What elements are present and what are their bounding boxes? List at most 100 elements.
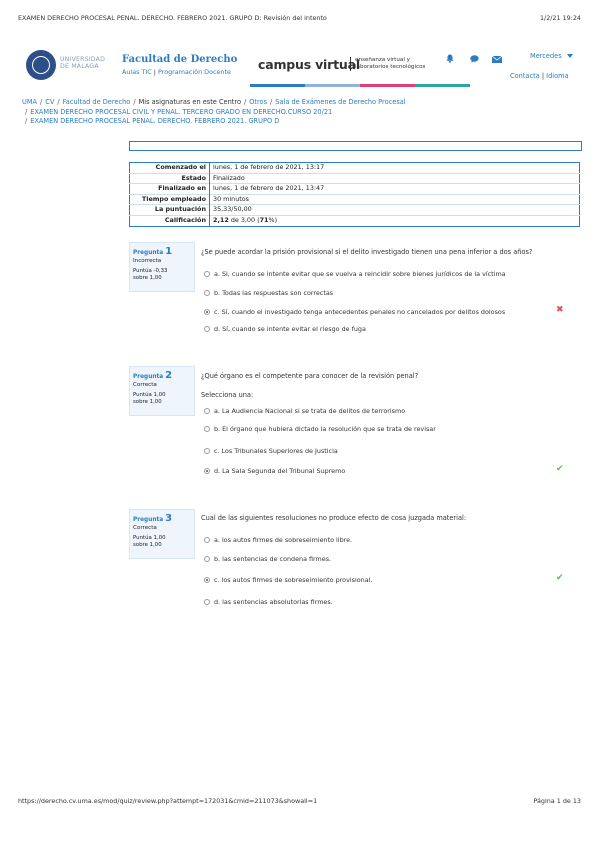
chat-icon[interactable] — [470, 55, 479, 63]
answer-option[interactable]: d. Sí, cuando se intente evitar el riesg… — [204, 325, 366, 333]
breadcrumb-separator: / — [270, 98, 273, 106]
answer-option[interactable]: d. La Sala Segunda del Tribunal Supremo — [204, 467, 345, 475]
answer-option[interactable]: a. La Audiencia Nacional si se trata de … — [204, 407, 405, 415]
grade-value: 2,12 — [213, 215, 229, 224]
answer-option[interactable]: b. las sentencias de condena firmes. — [204, 555, 331, 563]
print-footer-url: https://derecho.cv.uma.es/mod/quiz/revie… — [18, 797, 318, 805]
answer-option[interactable]: d. las sentencias absolutorias firmes. — [204, 598, 333, 606]
breadcrumb-separator: / — [243, 98, 247, 106]
breadcrumb: UMA / CV / Facultad de Derecho / Mis asignatur… — [22, 98, 582, 127]
answer-option-label: a. Si, cuando se intente evitar que se v… — [214, 270, 506, 278]
breadcrumb-separator: / — [25, 117, 28, 126]
question-number: Pregunta 2 — [133, 370, 173, 381]
chevron-down-icon[interactable] — [567, 54, 573, 58]
breadcrumb-line: / EXAMEN DERECHO PROCESAL PENAL. DERECHO.… — [22, 117, 582, 127]
summary-value: lunes, 1 de febrero de 2021, 13:47 — [213, 184, 325, 193]
answer-option[interactable]: c. Sí, cuando el investigado tenga antec… — [204, 308, 505, 316]
breadcrumb-item[interactable]: CV — [45, 98, 54, 106]
answer-option-label: d. las sentencias absolutorias firmes. — [214, 598, 333, 606]
radio-button[interactable] — [204, 537, 210, 543]
summary-row: Calificación 2,12 de 3,00 (71%) — [129, 215, 580, 227]
question-mark: Puntúa 1,00 sobre 1,00 — [133, 392, 166, 405]
answer-option-label: a. La Audiencia Nacional si se trata de … — [214, 407, 406, 415]
stripe-segment — [415, 84, 470, 87]
question-text: ¿Se puede acordar la prisión provisional… — [201, 248, 533, 256]
aulas-tic-link[interactable]: Aulas TIC — [122, 68, 152, 76]
print-header-date: 1/2/21 19:24 — [539, 14, 581, 22]
answer-option-label: a. los autos firmes de sobreseimiento li… — [214, 536, 353, 544]
question-number: Pregunta 1 — [133, 246, 173, 257]
correct-icon: ✔ — [556, 464, 564, 474]
question-number: Pregunta 3 — [133, 513, 173, 524]
radio-button[interactable] — [204, 326, 210, 332]
stripe-segment — [360, 84, 415, 87]
radio-button[interactable] — [204, 556, 210, 562]
radio-button[interactable] — [204, 426, 210, 432]
print-header-title: EXAMEN DERECHO PROCESAL PENAL. DERECHO. … — [18, 14, 327, 22]
radio-button[interactable] — [204, 271, 210, 277]
summary-value: 35,33/50,00 — [213, 205, 252, 214]
summary-key: La puntuación — [129, 204, 210, 216]
breadcrumb-item[interactable]: Otros — [249, 98, 267, 106]
breadcrumb-item[interactable]: Sala de Exámenes de Derecho Procesal — [275, 98, 405, 106]
summary-key: Calificación — [129, 215, 210, 227]
breadcrumb-separator: / — [40, 98, 43, 106]
question-text: Cual de las siguientes resoluciones no p… — [201, 514, 467, 522]
summary-row: Estado Finalizado — [129, 173, 580, 184]
user-links: Contacta | Idioma — [510, 72, 569, 80]
user-menu-name[interactable]: Mercedes — [530, 52, 562, 60]
radio-button[interactable] — [204, 577, 210, 583]
question-info: Pregunta 2 Correcta Puntúa 1,00 sobre 1,00 — [129, 366, 195, 416]
breadcrumb-item[interactable]: EXAMEN DERECHO PROCESAL PENAL. DERECHO. … — [30, 117, 279, 125]
correct-icon: ✔ — [556, 573, 564, 583]
university-name: UNIVERSIDAD DE MÁLAGA — [60, 56, 106, 70]
answer-option[interactable]: a. Si, cuando se intente evitar que se v… — [204, 270, 506, 278]
breadcrumb-item[interactable]: Facultad de Derecho — [63, 98, 131, 106]
mail-icon[interactable] — [492, 56, 502, 63]
summary-key: Tiempo empleado — [129, 194, 210, 205]
summary-value: 2,12 de 3,00 (71%) — [213, 215, 278, 224]
contacta-link[interactable]: Contacta — [510, 72, 540, 80]
answer-option-label: d. La Sala Segunda del Tribunal Supremo — [214, 467, 346, 475]
radio-button[interactable] — [204, 599, 210, 605]
answer-option-label: d. Sí, cuando se intente evitar el riesg… — [214, 325, 366, 333]
question-prompt: Selecciona una: — [201, 391, 254, 399]
radio-button[interactable] — [204, 468, 210, 474]
answer-option-label: b. El órgano que hubiera dictado la reso… — [214, 425, 436, 433]
stripe-segment — [250, 84, 305, 87]
question-mark: Puntúa 1,00 sobre 1,00 — [133, 535, 166, 548]
answer-option[interactable]: c. los autos firmes de sobreseimiento pr… — [204, 576, 372, 584]
answer-option[interactable]: b. Todas las respuestas son correctas — [204, 289, 333, 297]
incorrect-icon: ✖ — [556, 305, 564, 315]
breadcrumb-item[interactable]: UMA — [22, 98, 37, 106]
breadcrumb-separator: / — [133, 98, 136, 106]
breadcrumb-item[interactable]: EXAMEN DERECHO PROCESAL CIVIL Y PENAL. T… — [30, 108, 332, 116]
question-state: Correcta — [133, 382, 157, 388]
question-state: Incorrecta — [133, 258, 162, 264]
programacion-docente-link[interactable]: Programación Docente — [158, 68, 231, 76]
answer-option[interactable]: b. El órgano que hubiera dictado la reso… — [204, 425, 436, 433]
question-mark: Puntúa -0,33 sobre 1,00 — [133, 268, 168, 281]
summary-row: Finalizado en lunes, 1 de febrero de 2021… — [129, 183, 580, 195]
breadcrumb-item: Mis asignaturas en este Centro — [138, 98, 241, 106]
radio-button[interactable] — [204, 290, 210, 296]
campus-virtual-title[interactable]: campus virtual — [258, 57, 360, 72]
answer-option[interactable]: c. Los Tribunales Superiores de Justicia — [204, 447, 338, 455]
bell-icon[interactable] — [446, 54, 454, 63]
summary-value: lunes, 1 de febrero de 2021, 13:17 — [213, 163, 325, 171]
faculty-title[interactable]: Facultad de Derecho — [122, 54, 237, 65]
answer-option[interactable]: a. los autos firmes de sobreseimiento li… — [204, 536, 352, 544]
campus-virtual-divider — [350, 57, 351, 71]
radio-button[interactable] — [204, 309, 210, 315]
faculty-links: Aulas TIC | Programación Docente — [122, 68, 231, 76]
summary-value: Finalizado — [213, 173, 245, 182]
answer-option-label: b. las sentencias de condena firmes. — [214, 555, 332, 563]
university-logo[interactable] — [26, 50, 56, 80]
summary-row: Tiempo empleado 30 minutos — [129, 194, 580, 205]
radio-button[interactable] — [204, 408, 210, 414]
idioma-link[interactable]: Idioma — [546, 72, 568, 80]
summary-row: Comenzado el lunes, 1 de febrero de 2021,… — [129, 162, 580, 174]
radio-button[interactable] — [204, 448, 210, 454]
answer-option-label: c. Los Tribunales Superiores de Justicia — [214, 447, 338, 455]
campus-virtual-subtitle: enseñanza virtual y laboratorios tecnoló… — [355, 57, 426, 70]
